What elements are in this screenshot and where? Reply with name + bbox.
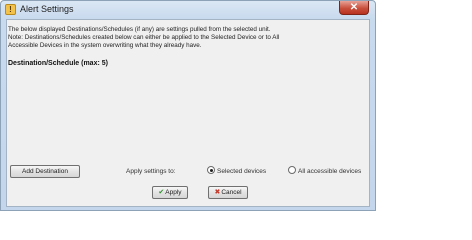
dialog-content: The below displayed Destinations/Schedul… xyxy=(6,19,370,207)
info-line-2: Note: Destinations/Schedules created bel… xyxy=(8,34,280,41)
apply-settings-label: Apply settings to: xyxy=(126,168,176,175)
cancel-x-icon: ✖ xyxy=(214,189,221,196)
cancel-button-label: Cancel xyxy=(221,189,242,196)
radio-selected-devices[interactable]: Selected devices xyxy=(207,166,266,176)
destination-schedule-heading: Destination/Schedule (max: 5) xyxy=(8,60,108,67)
alert-settings-dialog: ! Alert Settings ✕ The below displayed D… xyxy=(0,0,376,211)
add-destination-button[interactable]: Add Destination xyxy=(10,165,80,178)
info-line-3: Accessible Devices in the system overwri… xyxy=(8,42,202,49)
radio-checked-icon xyxy=(207,166,215,174)
window-title: Alert Settings xyxy=(20,4,74,14)
radio-all-accessible-devices[interactable]: All accessible devices xyxy=(288,166,361,176)
close-icon: ✕ xyxy=(349,2,359,13)
apply-button-label: Apply xyxy=(165,189,182,196)
title-bar[interactable]: ! Alert Settings ✕ xyxy=(1,1,375,19)
close-button[interactable]: ✕ xyxy=(339,1,369,15)
radio-selected-devices-label: Selected devices xyxy=(217,168,267,175)
radio-all-accessible-label: All accessible devices xyxy=(298,168,362,175)
checkmark-icon: ✔ xyxy=(158,189,165,196)
cancel-button[interactable]: ✖Cancel xyxy=(208,186,248,199)
info-line-1: The below displayed Destinations/Schedul… xyxy=(8,26,271,33)
alert-bell-icon: ! xyxy=(5,4,16,15)
info-text: The below displayed Destinations/Schedul… xyxy=(8,26,368,50)
radio-unchecked-icon xyxy=(288,166,296,174)
apply-button[interactable]: ✔Apply xyxy=(152,186,188,199)
